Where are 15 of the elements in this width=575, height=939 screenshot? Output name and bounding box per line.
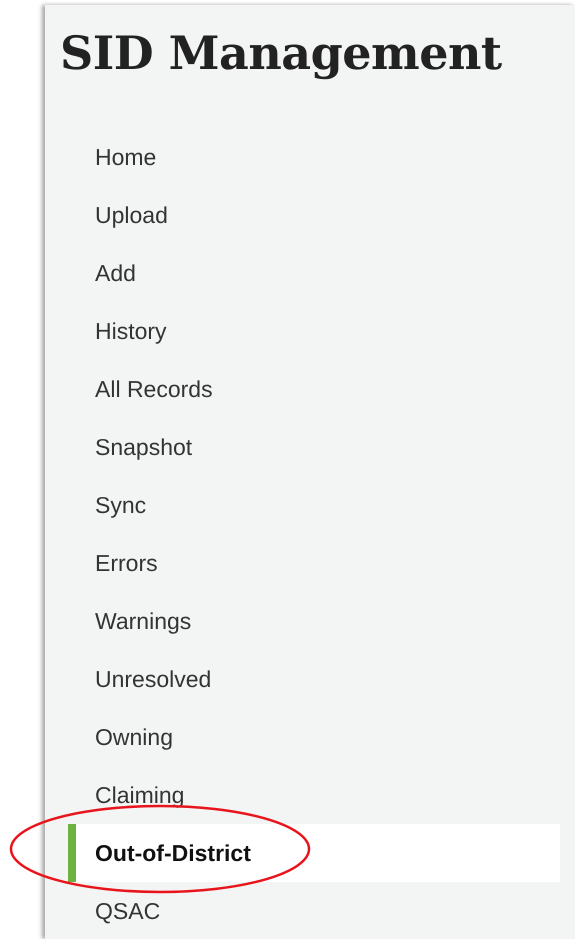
nav-item[interactable]: Out-of-District xyxy=(68,824,560,882)
nav-item[interactable]: Owning xyxy=(68,708,560,766)
nav-item[interactable]: Add xyxy=(68,244,560,302)
nav-item[interactable]: History xyxy=(68,302,560,360)
nav-item[interactable]: Home xyxy=(68,128,560,186)
nav-item[interactable]: Unresolved xyxy=(68,650,560,708)
nav-item[interactable]: Snapshot xyxy=(68,418,560,476)
nav-item[interactable]: Upload xyxy=(68,186,560,244)
nav-item[interactable]: Sync xyxy=(68,476,560,534)
nav-item[interactable]: QSAC xyxy=(68,882,560,939)
nav-item[interactable]: All Records xyxy=(68,360,560,418)
nav-item[interactable]: Errors xyxy=(68,534,560,592)
nav-item[interactable]: Claiming xyxy=(68,766,560,824)
nav-item[interactable]: Warnings xyxy=(68,592,560,650)
page-title: SID Management xyxy=(60,25,503,82)
